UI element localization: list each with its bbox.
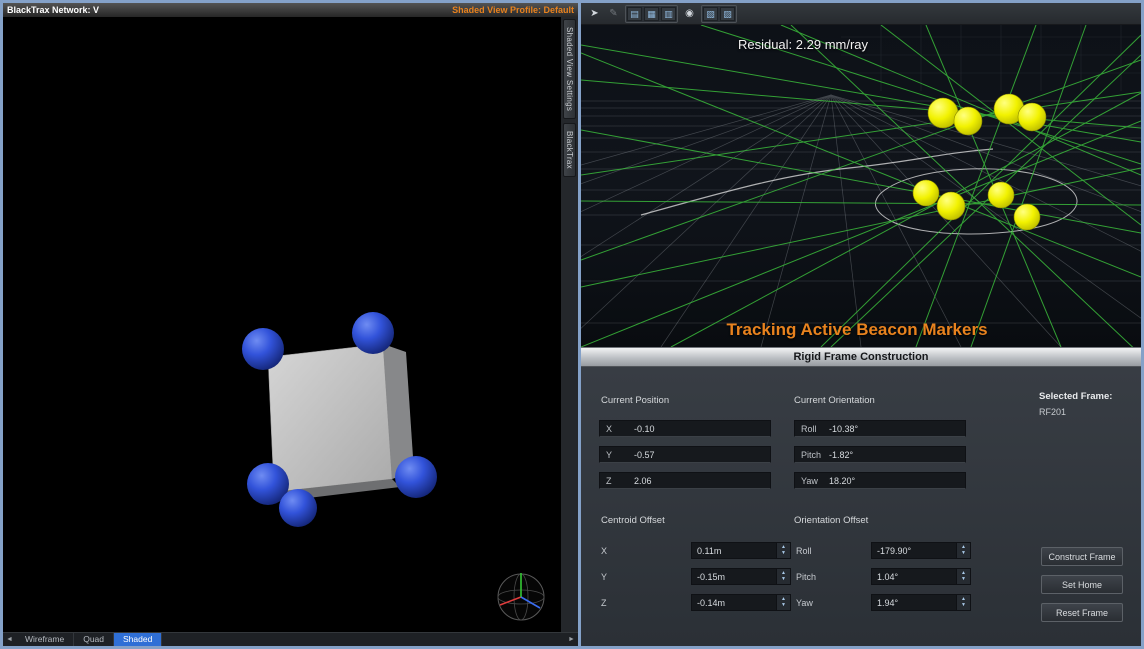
viewport-mode-icon-1[interactable]: ▧ [703,7,718,21]
camera-view-group: ▤ ▦ ▥ [625,5,678,23]
orientation-offset-yaw-input[interactable]: 1.94° ▲▼ [871,594,971,611]
field-value: -1.82° [829,450,853,460]
spin-value[interactable]: -0.14m [691,594,776,611]
orientation-offset-title: Orientation Offset [794,515,868,526]
selected-frame-title: Selected Frame: [1039,391,1112,402]
orientation-offset-pitch-label: Pitch [796,572,816,582]
orientation-offset-yaw-label: Yaw [796,598,813,608]
current-position-y-field: Y -0.57 [599,446,771,463]
tab-wireframe[interactable]: Wireframe [16,633,74,646]
field-label: X [600,424,634,434]
rigid-body-cube [268,344,414,501]
field-label: Y [600,450,634,460]
stepper-down-icon[interactable]: ▼ [961,603,966,608]
rigid-frame-form: Current Position Current Orientation Sel… [581,367,1141,646]
current-position-z-field: Z 2.06 [599,472,771,489]
stepper-down-icon[interactable]: ▼ [781,577,786,582]
spin-value[interactable]: -0.15m [691,568,776,585]
tab-quad[interactable]: Quad [74,633,114,646]
orientation-gizmo [498,573,544,620]
stepper-down-icon[interactable]: ▼ [781,551,786,556]
set-home-button[interactable]: Set Home [1041,575,1123,594]
spin-value[interactable]: -179.90° [871,542,956,559]
selected-frame-value: RF201 [1039,407,1066,417]
stepper: ▲▼ [956,542,971,559]
pen-tool-icon[interactable]: ✎ [606,6,621,21]
current-orientation-title: Current Orientation [794,395,875,406]
view-mode-tabbar: ◄ Wireframe Quad Shaded ► [3,632,578,646]
centroid-offset-x-label: X [601,546,607,556]
stepper-down-icon[interactable]: ▼ [961,551,966,556]
field-label: Roll [795,424,829,434]
camera-view-icon-2[interactable]: ▦ [644,7,659,21]
window-title: BlackTrax Network: V [7,5,99,15]
viewport-mode-group: ▧ ▨ [701,5,737,23]
current-position-title: Current Position [601,395,669,406]
app-window: BlackTrax Network: V Shaded View Profile… [0,0,1144,649]
orientation-offset-roll-label: Roll [796,546,812,556]
rigid-frame-construction-header: Rigid Frame Construction [581,347,1141,367]
field-label: Yaw [795,476,829,486]
camera-view-icon-1[interactable]: ▤ [627,7,642,21]
select-tool-icon[interactable]: ➤ [587,6,602,21]
tracking-3d-viewport[interactable]: Residual: 2.29 mm/ray Tracking Active Be… [581,25,1141,347]
shaded-view-profile-label: Shaded View Profile: Default [452,5,574,15]
current-orientation-yaw-field: Yaw 18.20° [794,472,966,489]
spin-value[interactable]: 1.94° [871,594,956,611]
tracking-panel: ➤ ✎ ▤ ▦ ▥ ◉ ▧ ▨ [581,3,1141,646]
side-tab-strip: Shaded View Settings BlackTrax [561,17,578,632]
field-value: 18.20° [829,476,855,486]
stepper: ▲▼ [956,568,971,585]
centroid-offset-y-input[interactable]: -0.15m ▲▼ [691,568,791,585]
orientation-offset-roll-input[interactable]: -179.90° ▲▼ [871,542,971,559]
shaded-3d-viewport[interactable] [3,17,561,632]
field-value: -0.57 [634,450,655,460]
spin-value[interactable]: 1.04° [871,568,956,585]
residual-readout: Residual: 2.29 mm/ray [693,37,913,52]
field-value: 2.06 [634,476,652,486]
field-value: -0.10 [634,424,655,434]
tab-blacktrax[interactable]: BlackTrax [563,123,576,177]
centroid-offset-title: Centroid Offset [601,515,665,526]
orientation-offset-pitch-input[interactable]: 1.04° ▲▼ [871,568,971,585]
field-label: Z [600,476,634,486]
field-value: -10.38° [829,424,858,434]
reset-frame-button[interactable]: Reset Frame [1041,603,1123,622]
stepper: ▲▼ [776,568,791,585]
spin-value[interactable]: 0.11m [691,542,776,559]
centroid-offset-z-label: Z [601,598,607,608]
tab-shaded-view-settings[interactable]: Shaded View Settings [563,19,576,119]
visibility-icon[interactable]: ◉ [682,6,697,21]
shaded-view-panel: BlackTrax Network: V Shaded View Profile… [3,3,578,646]
centroid-offset-y-label: Y [601,572,607,582]
current-orientation-pitch-field: Pitch -1.82° [794,446,966,463]
construct-frame-button[interactable]: Construct Frame [1041,547,1123,566]
left-titlebar: BlackTrax Network: V Shaded View Profile… [3,3,578,17]
viewport-mode-icon-2[interactable]: ▨ [720,7,735,21]
tracking-status-text: Tracking Active Beacon Markers [677,320,1037,340]
current-orientation-roll-field: Roll -10.38° [794,420,966,437]
stepper: ▲▼ [776,594,791,611]
stepper-down-icon[interactable]: ▼ [961,577,966,582]
stepper-down-icon[interactable]: ▼ [781,603,786,608]
stepper: ▲▼ [776,542,791,559]
field-label: Pitch [795,450,829,460]
tab-scroll-right-icon[interactable]: ► [565,636,578,643]
centroid-offset-x-input[interactable]: 0.11m ▲▼ [691,542,791,559]
current-position-x-field: X -0.10 [599,420,771,437]
camera-view-icon-3[interactable]: ▥ [661,7,676,21]
centroid-offset-z-input[interactable]: -0.14m ▲▼ [691,594,791,611]
viewport-toolbar: ➤ ✎ ▤ ▦ ▥ ◉ ▧ ▨ [581,3,1141,25]
stepper: ▲▼ [956,594,971,611]
tab-shaded[interactable]: Shaded [114,633,162,646]
tab-scroll-left-icon[interactable]: ◄ [3,636,16,643]
